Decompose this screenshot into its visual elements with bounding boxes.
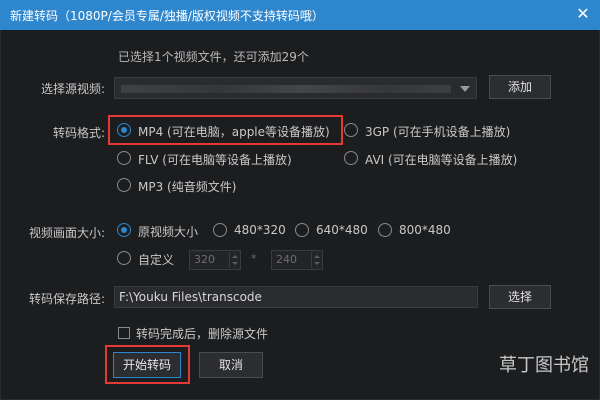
- custom-width-value: 320: [194, 253, 215, 266]
- chevron-down-icon[interactable]: [460, 86, 470, 92]
- start-transcode-button[interactable]: 开始转码: [113, 352, 181, 378]
- custom-width-stepper[interactable]: 320: [189, 250, 241, 270]
- delete-source-label[interactable]: 转码完成后，删除源文件: [136, 325, 268, 342]
- size-radio-640x480[interactable]: [295, 223, 309, 237]
- size-option-custom[interactable]: 自定义: [138, 251, 174, 268]
- stepper-arrows-icon[interactable]: [311, 252, 321, 268]
- close-icon[interactable]: ✕: [574, 5, 592, 23]
- format-radio-flv[interactable]: [117, 151, 131, 165]
- format-option-flv[interactable]: FLV (可在电脑等设备上播放): [138, 151, 292, 168]
- size-radio-480x320[interactable]: [213, 223, 227, 237]
- transcode-dialog: 已选择1个视频文件，还可添加29个 选择源视频: 添加 转码格式: MP4 (可…: [0, 30, 600, 400]
- add-button[interactable]: 添加: [489, 75, 551, 99]
- cancel-button[interactable]: 取消: [199, 352, 263, 378]
- size-radio-custom[interactable]: [117, 251, 131, 265]
- format-label: 转码格式:: [53, 126, 106, 140]
- watermark-logo: 草丁图书馆: [499, 351, 589, 377]
- format-option-3gp[interactable]: 3GP (可在手机设备上播放): [365, 123, 510, 140]
- format-radio-avi[interactable]: [344, 151, 358, 165]
- window-title: 新建转码（1080P/会员专属/独播/版权视频不支持转码哦）: [10, 9, 324, 23]
- custom-height-value: 240: [276, 253, 297, 266]
- blurred-filename: [121, 85, 451, 93]
- source-video-select[interactable]: [114, 77, 477, 99]
- format-radio-mp4[interactable]: [117, 123, 131, 137]
- size-option-480x320[interactable]: 480*320: [234, 223, 286, 237]
- stepper-arrows-icon[interactable]: [229, 252, 239, 268]
- size-option-640x480[interactable]: 640*480: [316, 223, 368, 237]
- format-radio-3gp[interactable]: [344, 123, 358, 137]
- size-option-800x480[interactable]: 800*480: [399, 223, 451, 237]
- custom-height-stepper[interactable]: 240: [271, 250, 323, 270]
- format-option-mp3[interactable]: MP3 (纯音频文件): [138, 178, 236, 195]
- format-radio-mp3[interactable]: [117, 178, 131, 192]
- source-hint: 已选择1个视频文件，还可添加29个: [118, 50, 309, 64]
- title-bar: 新建转码（1080P/会员专属/独播/版权视频不支持转码哦） ✕: [0, 0, 600, 30]
- path-label: 转码保存路径:: [29, 292, 106, 306]
- format-option-avi[interactable]: AVI (可在电脑等设备上播放): [365, 151, 517, 168]
- browse-button[interactable]: 选择: [489, 285, 551, 309]
- size-label: 视频画面大小:: [29, 226, 106, 240]
- size-separator: *: [251, 252, 257, 265]
- size-radio-800x480[interactable]: [378, 223, 392, 237]
- size-option-original[interactable]: 原视频大小: [138, 223, 198, 240]
- save-path-field[interactable]: F:\Youku Files\transcode: [114, 286, 478, 308]
- format-option-mp4[interactable]: MP4 (可在电脑，apple等设备播放): [138, 123, 330, 140]
- watermark-text: 草丁图书馆: [499, 355, 589, 376]
- delete-source-checkbox[interactable]: [118, 327, 130, 339]
- size-radio-original[interactable]: [117, 223, 131, 237]
- source-label: 选择源视频:: [41, 82, 106, 96]
